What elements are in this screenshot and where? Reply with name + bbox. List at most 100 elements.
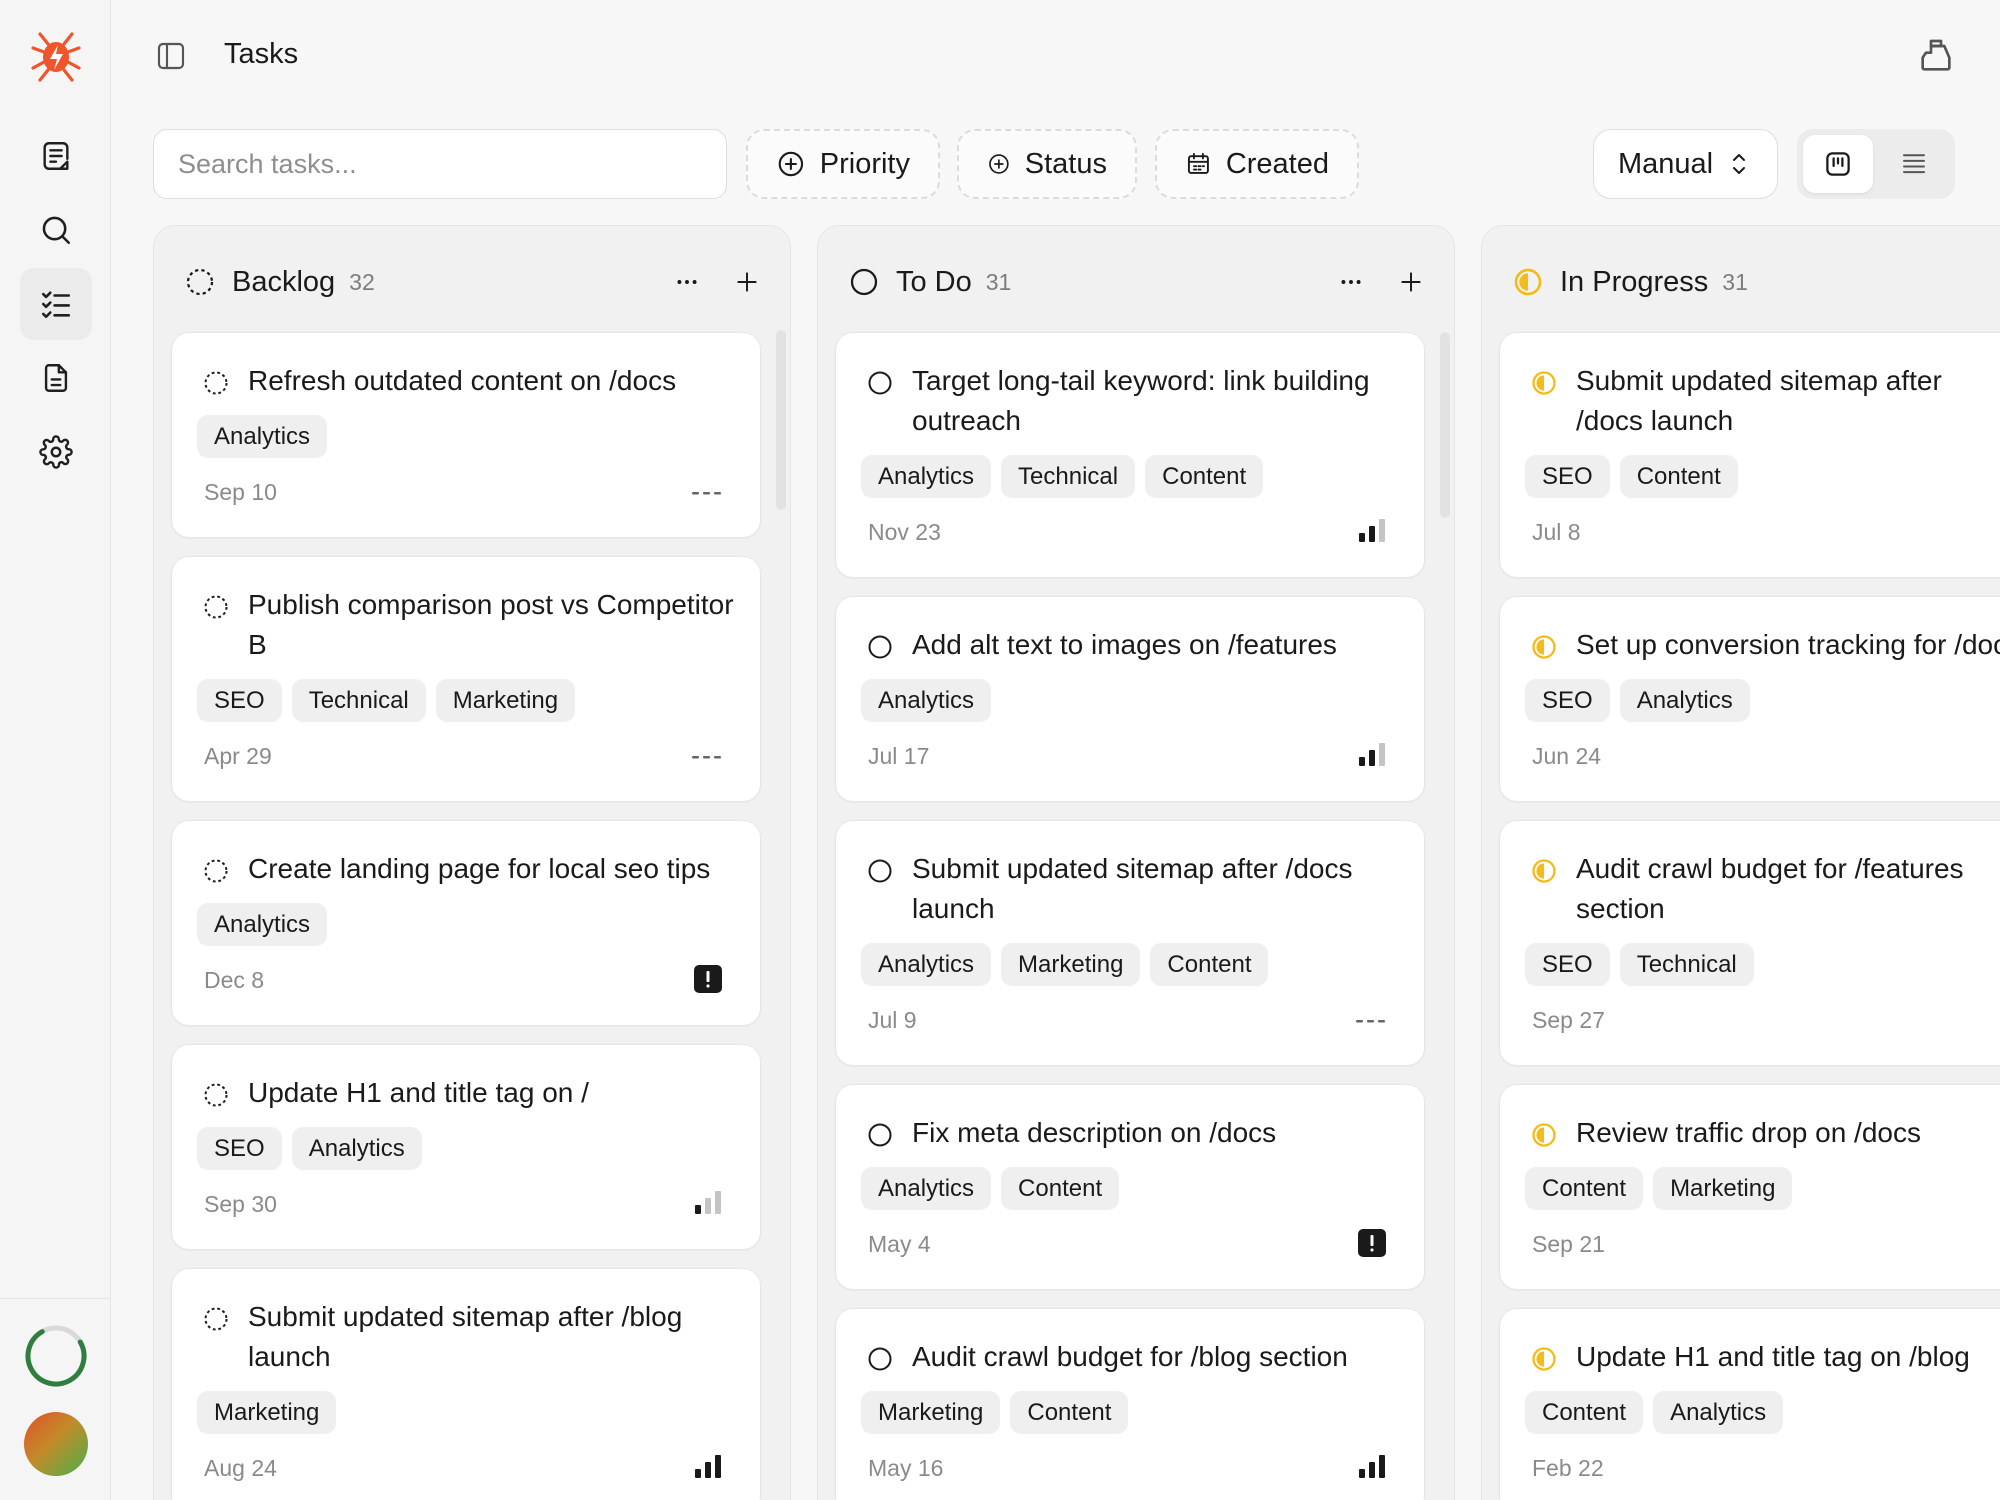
more-options-icon[interactable] — [674, 269, 700, 295]
nav-settings[interactable] — [20, 416, 92, 488]
task-title: Publish comparison post vs Competitor B — [248, 589, 734, 660]
add-task-icon[interactable] — [1398, 269, 1424, 295]
task-card[interactable]: Audit crawl budget for /features section… — [1499, 820, 2000, 1066]
task-card[interactable]: Add alt text to images on /features Anal… — [835, 596, 1425, 802]
high-priority-icon — [695, 1455, 721, 1478]
priority-filter-label: Priority — [819, 147, 910, 180]
task-title: Submit updated sitemap after /docs launc… — [912, 853, 1353, 924]
task-date: May 16 — [868, 1455, 944, 1481]
tag: Analytics — [197, 903, 328, 946]
tag: Analytics — [1653, 1391, 1784, 1434]
column-todo: To Do 31 Target long-tail keyword: link … — [817, 225, 1455, 1500]
user-avatar[interactable] — [24, 1412, 88, 1476]
task-title: Submit updated sitemap after /blog launc… — [248, 1301, 683, 1372]
task-date: Sep 21 — [1532, 1231, 1605, 1257]
no-priority-icon — [692, 492, 721, 495]
tag: Analytics — [1619, 679, 1750, 722]
tag: Marketing — [197, 1391, 337, 1434]
medium-priority-icon — [1359, 743, 1385, 766]
task-card[interactable]: Set up conversion tracking for /docs SEO… — [1499, 596, 2000, 802]
task-date: Feb 22 — [1532, 1455, 1604, 1481]
task-title: Set up conversion tracking for /docs — [1576, 629, 2000, 660]
task-title: Update H1 and title tag on /blog — [1576, 1341, 1970, 1372]
search-icon — [42, 216, 71, 245]
nav-notes[interactable] — [20, 120, 92, 192]
in-progress-half-circle-icon — [1532, 371, 1556, 395]
todo-circle-icon — [868, 371, 892, 395]
task-title: Add alt text to images on /features — [912, 629, 1337, 660]
list-view-icon — [1903, 154, 1925, 174]
more-options-icon[interactable] — [1338, 269, 1364, 295]
task-date: Apr 29 — [204, 743, 272, 769]
todo-circle-icon — [868, 1347, 892, 1371]
tag: Content — [1619, 455, 1738, 498]
task-card[interactable]: Review traffic drop on /docs Content Mar… — [1499, 1084, 2000, 1290]
task-title: Submit updated sitemap after /docs launc… — [1576, 365, 1942, 436]
nav-tasks[interactable] — [20, 268, 92, 340]
task-date: Jul 17 — [868, 743, 930, 769]
column-count: 32 — [349, 268, 375, 295]
status-filter-button[interactable]: Status — [957, 129, 1137, 199]
column-scrollbar[interactable] — [776, 330, 786, 510]
nav-search[interactable] — [20, 194, 92, 266]
tag: SEO — [1525, 455, 1610, 498]
column-count: 31 — [1722, 268, 1748, 295]
tag: Analytics — [861, 455, 992, 498]
urgent-priority-icon — [1358, 1229, 1386, 1257]
task-title: Audit crawl budget for /blog section — [912, 1341, 1348, 1372]
task-date: Aug 24 — [204, 1455, 277, 1481]
task-title: Target long-tail keyword: link building … — [912, 365, 1370, 436]
todo-circle-icon — [868, 859, 892, 883]
add-task-icon[interactable] — [734, 269, 760, 295]
task-card[interactable]: Fix meta description on /docs Analytics … — [835, 1084, 1425, 1290]
column-count: 31 — [985, 268, 1012, 295]
created-filter-button[interactable]: Created — [1155, 129, 1359, 199]
usage-progress-ring[interactable] — [23, 1323, 89, 1394]
task-card[interactable]: Submit updated sitemap after /docs launc… — [835, 820, 1425, 1066]
search-input[interactable] — [153, 129, 727, 199]
task-card[interactable]: Submit updated sitemap after /blog launc… — [171, 1268, 761, 1500]
progress-ring-icon — [25, 1325, 87, 1387]
priority-filter-button[interactable]: Priority — [746, 129, 940, 199]
task-card[interactable]: Target long-tail keyword: link building … — [835, 332, 1425, 578]
backlog-dashed-circle-icon — [204, 371, 228, 395]
tag: Analytics — [861, 679, 992, 722]
no-priority-icon — [1356, 1020, 1385, 1023]
nav-documents[interactable] — [20, 342, 92, 414]
urgent-priority-icon — [694, 965, 722, 993]
spider-logo-icon — [31, 32, 81, 82]
column-header: In Progress 31 — [1512, 262, 2000, 302]
no-priority-icon — [692, 756, 721, 759]
task-title: Fix meta description on /docs — [912, 1117, 1277, 1148]
task-card[interactable]: Update H1 and title tag on / SEO Analyti… — [171, 1044, 761, 1250]
tag: SEO — [197, 679, 282, 722]
brand-logo[interactable] — [30, 30, 82, 82]
column-backlog: Backlog 32 Refresh outdated content on /… — [153, 225, 791, 1500]
tag: Content — [1525, 1167, 1644, 1210]
sidebar-toggle-button[interactable] — [155, 40, 187, 77]
in-progress-half-circle-icon — [1532, 1347, 1556, 1371]
task-card[interactable]: Submit updated sitemap after /docs launc… — [1499, 332, 2000, 578]
sort-select[interactable]: Manual — [1593, 129, 1778, 199]
created-filter-label: Created — [1225, 147, 1329, 180]
task-card[interactable]: Refresh outdated content on /docs Analyt… — [171, 332, 761, 538]
tag: Technical — [1619, 943, 1754, 986]
backlog-dashed-circle-icon — [204, 1307, 228, 1331]
chevron-up-down-icon — [1733, 154, 1746, 174]
list-view-button[interactable] — [1879, 135, 1949, 193]
document-icon — [44, 364, 68, 392]
task-card[interactable]: Update H1 and title tag on /blog Content… — [1499, 1308, 2000, 1500]
task-card[interactable]: Audit crawl budget for /blog section Mar… — [835, 1308, 1425, 1500]
column-scrollbar[interactable] — [1440, 332, 1450, 518]
board-view-button[interactable] — [1803, 135, 1873, 193]
notifications-button[interactable] — [1916, 36, 1956, 81]
task-card[interactable]: Publish comparison post vs Competitor B … — [171, 556, 761, 802]
high-priority-icon — [1359, 1455, 1385, 1478]
task-card[interactable]: Create landing page for local seo tips A… — [171, 820, 761, 1026]
task-date: Jul 9 — [868, 1007, 917, 1033]
task-date: Nov 23 — [868, 519, 941, 545]
tasks-icon — [41, 291, 71, 319]
board-view-icon — [1826, 152, 1850, 176]
column-title: Backlog — [232, 265, 336, 298]
task-date: May 4 — [868, 1231, 931, 1257]
